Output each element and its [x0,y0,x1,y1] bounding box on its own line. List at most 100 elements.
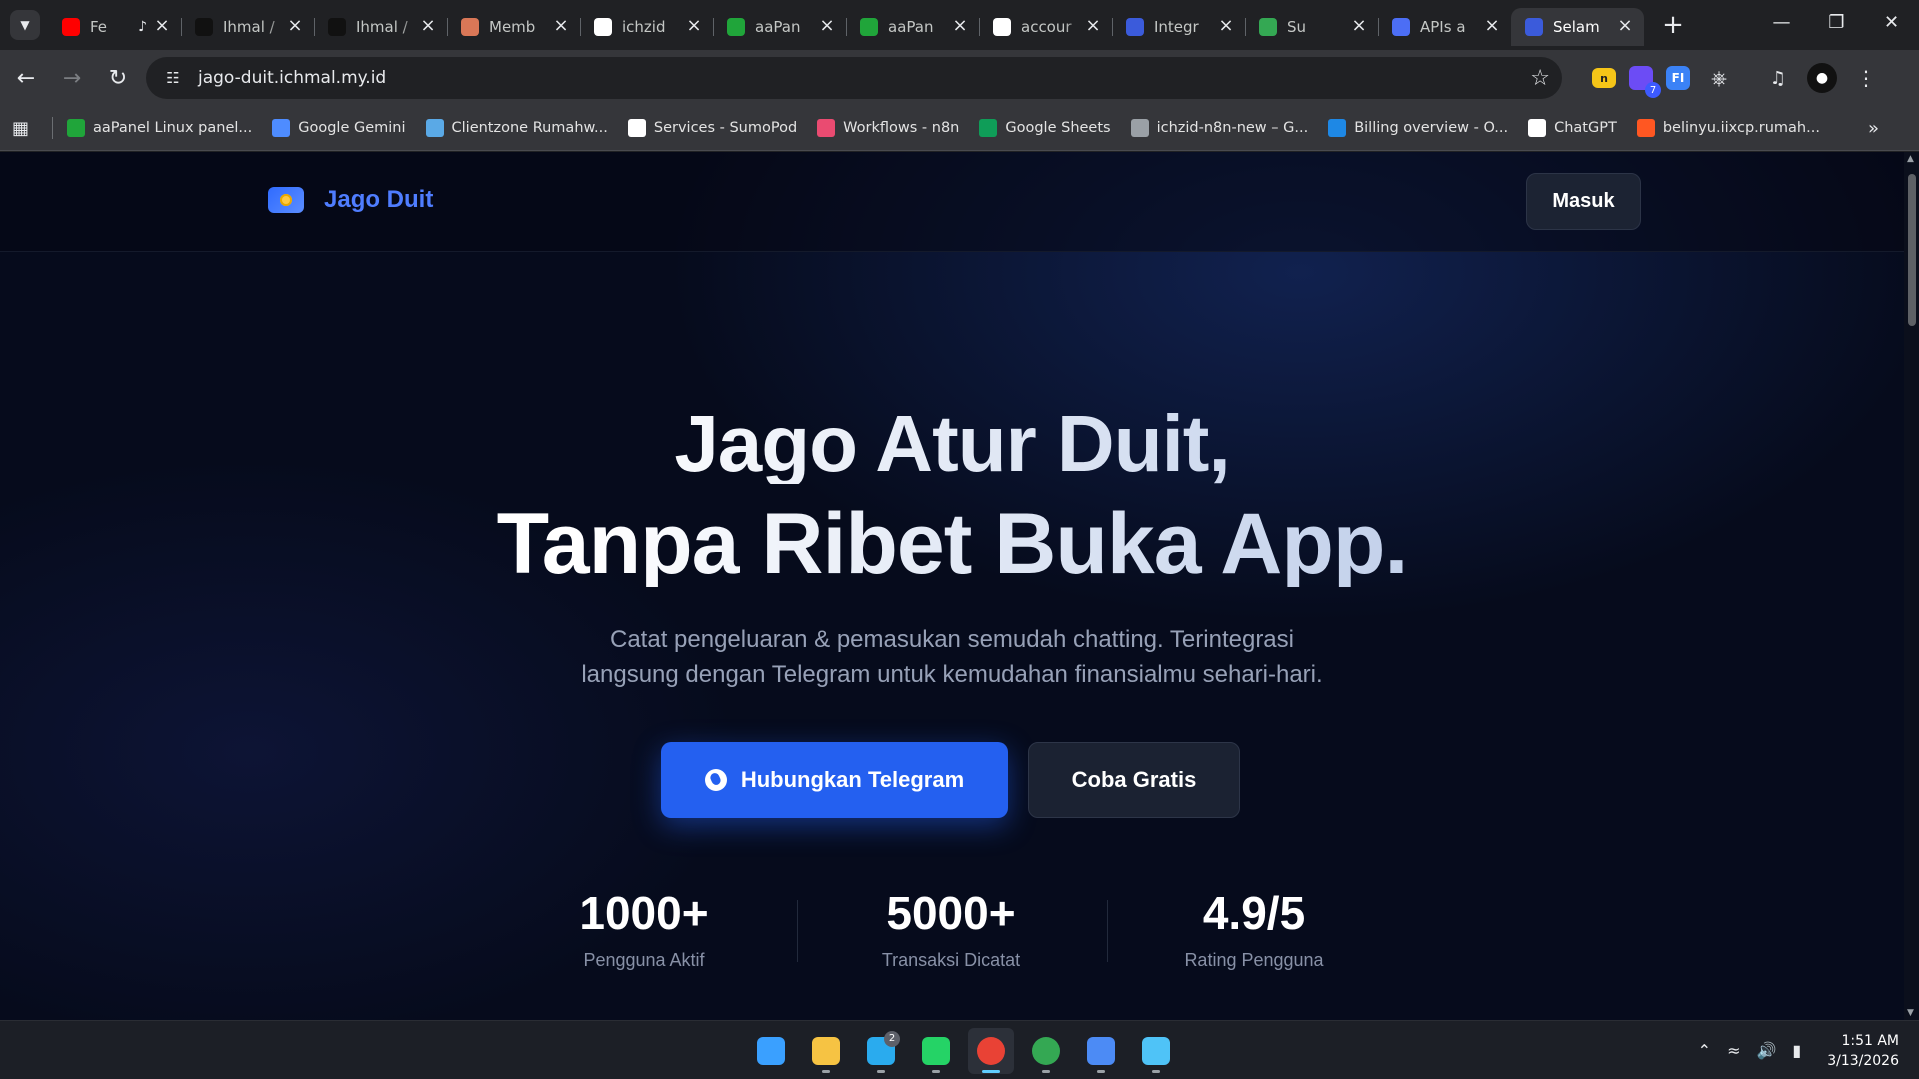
battery-icon[interactable]: ▮ [1792,1041,1801,1060]
media-control-icon[interactable]: ♫ [1762,62,1794,94]
aapanel-icon [860,18,878,36]
site-settings-icon[interactable]: ☷ [158,63,188,93]
bookmark-item[interactable]: belinyu.iixcp.rumah... [1636,119,1820,137]
tab-title: Memb [489,18,536,36]
tab-title: aaPan [755,18,801,36]
taskbar-app[interactable] [968,1027,1014,1074]
browser-tab[interactable]: Ihmal / × [181,8,314,46]
browser-tab[interactable]: Memb × [447,8,580,46]
address-bar[interactable]: ☷ jago-duit.ichmal.my.id ☆ [146,57,1562,99]
bookmark-item[interactable]: aaPanel Linux panel... [67,119,252,137]
browser-tab[interactable]: Fe ♪ × [48,8,181,46]
close-tab-icon[interactable]: × [1616,17,1634,36]
scroll-up-icon[interactable]: ▲ [1907,154,1914,164]
taskbar-app[interactable] [1078,1028,1124,1074]
extensions-puzzle-icon[interactable]: ⎈ [1703,62,1735,94]
bookmark-item[interactable]: Billing overview - O... [1328,119,1508,137]
extension-fi-icon[interactable]: FI [1666,66,1690,90]
bookmark-item[interactable]: Google Gemini [272,119,406,137]
close-tab-icon[interactable]: × [1483,17,1501,36]
browser-tab[interactable]: Su × [1245,8,1378,46]
close-tab-icon[interactable]: × [818,17,836,36]
bookmark-item[interactable]: Services - SumoPod [627,119,798,137]
bookmark-label: Google Gemini [298,120,406,136]
tab-title: Ihmal / [356,18,408,36]
instapaper-icon [195,18,213,36]
extensions-area: n 7 FI ⎈ ♫ ● ⋮ [1584,62,1895,98]
bookmark-item[interactable]: ChatGPT [1528,119,1617,137]
taskbar-app[interactable] [1133,1028,1179,1074]
close-tab-icon[interactable]: × [286,17,304,36]
connect-telegram-button[interactable]: Hubungkan Telegram [661,742,1008,818]
taskbar-app[interactable] [1023,1028,1069,1074]
brand-logo[interactable]: Jago Duit [268,186,433,214]
taskbar-app[interactable] [803,1028,849,1074]
tab-search-button[interactable]: ▼ [10,10,40,40]
page-scrollbar[interactable]: ▲ ▼ [1904,152,1919,1020]
running-indicator [982,1069,1000,1073]
close-tab-icon[interactable]: × [685,17,703,36]
try-free-button[interactable]: Coba Gratis [1028,742,1240,818]
scroll-thumb[interactable] [1908,174,1916,326]
bookmark-star-icon[interactable]: ☆ [1530,66,1550,91]
browser-tab[interactable]: APIs a × [1378,8,1511,46]
n8n-cube-icon [594,18,612,36]
tab-title: Ihmal / [223,18,275,36]
browser-menu-icon[interactable]: ⋮ [1850,62,1882,94]
tab-list: Fe ♪ × Ihmal / × Ihmal / × Memb × ichzid × aaPan × aa… [48,0,1644,50]
bookmark-label: ichzid-n8n-new – G... [1156,120,1309,136]
taskbar-app[interactable] [748,1028,794,1074]
extension-cube-icon[interactable]: 7 [1629,66,1661,98]
back-button[interactable]: ← [6,58,46,98]
close-tab-icon[interactable]: × [1084,17,1102,36]
bookmarks-overflow-icon[interactable]: » [1868,118,1879,139]
close-window-button[interactable]: ✕ [1864,0,1919,44]
bookmark-label: Services - SumoPod [653,120,798,136]
chevron-up-icon[interactable]: ⌃ [1698,1041,1711,1060]
wifi-icon[interactable]: ≈ [1727,1041,1740,1060]
stat-label: Pengguna Aktif [583,950,705,970]
profile-avatar[interactable]: ● [1807,63,1837,93]
volume-icon[interactable]: 🔊 [1756,1041,1776,1060]
taskbar-app[interactable] [913,1028,959,1074]
maximize-button[interactable]: ❐ [1809,0,1864,44]
address-input[interactable]: jago-duit.ichmal.my.id [198,68,1530,88]
browser-tab[interactable]: Ihmal / × [314,8,447,46]
close-tab-icon[interactable]: × [153,17,171,36]
close-tab-icon[interactable]: × [1350,17,1368,36]
close-tab-icon[interactable]: × [951,17,969,36]
hero-subtitle: Catat pengeluaran & pemasukan semudah ch… [0,622,1904,692]
minimize-button[interactable]: — [1754,0,1809,44]
bookmark-item[interactable]: Google Sheets [979,119,1111,137]
close-tab-icon[interactable]: × [1217,17,1235,36]
forward-button[interactable]: → [52,58,92,98]
extension-nb-icon[interactable]: n [1592,68,1616,88]
aapanel-icon [727,18,745,36]
whatsapp-icon [922,1036,950,1065]
browser-tab[interactable]: Selam × [1511,8,1644,46]
browser-tab[interactable]: Integr × [1112,8,1245,46]
bookmark-label: aaPanel Linux panel... [93,120,253,136]
running-indicator [932,1069,940,1073]
new-tab-button[interactable]: + [1658,10,1688,40]
login-button[interactable]: Masuk [1526,173,1641,230]
speaker-icon[interactable]: ♪ [138,19,147,35]
bookmark-item[interactable]: Workflows - n8n [817,119,959,137]
scroll-down-icon[interactable]: ▼ [1907,1008,1914,1018]
reload-button[interactable]: ↻ [98,58,138,98]
browser-tab[interactable]: ichzid × [580,8,713,46]
taskbar-app[interactable]: 2 [858,1028,904,1074]
reload-icon: ↻ [108,65,128,91]
close-tab-icon[interactable]: × [552,17,570,36]
apps-grid-icon[interactable]: ▦ [12,118,36,139]
browser-tab[interactable]: accour × [979,8,1112,46]
stat-value: 5000+ [886,887,1016,939]
browser-tab[interactable]: aaPan × [846,8,979,46]
site-header: Jago Duit Masuk [0,152,1904,252]
bookmark-item[interactable]: Clientzone Rumahw... [425,119,608,137]
bookmark-item[interactable]: ichzid-n8n-new – G... [1130,119,1309,137]
close-tab-icon[interactable]: × [419,17,437,36]
clock[interactable]: 1:51 AM 3/13/2026 [1827,1031,1899,1071]
browser-tab[interactable]: aaPan × [713,8,846,46]
stat-active-users: 1000+ Pengguna Aktif [514,890,774,971]
